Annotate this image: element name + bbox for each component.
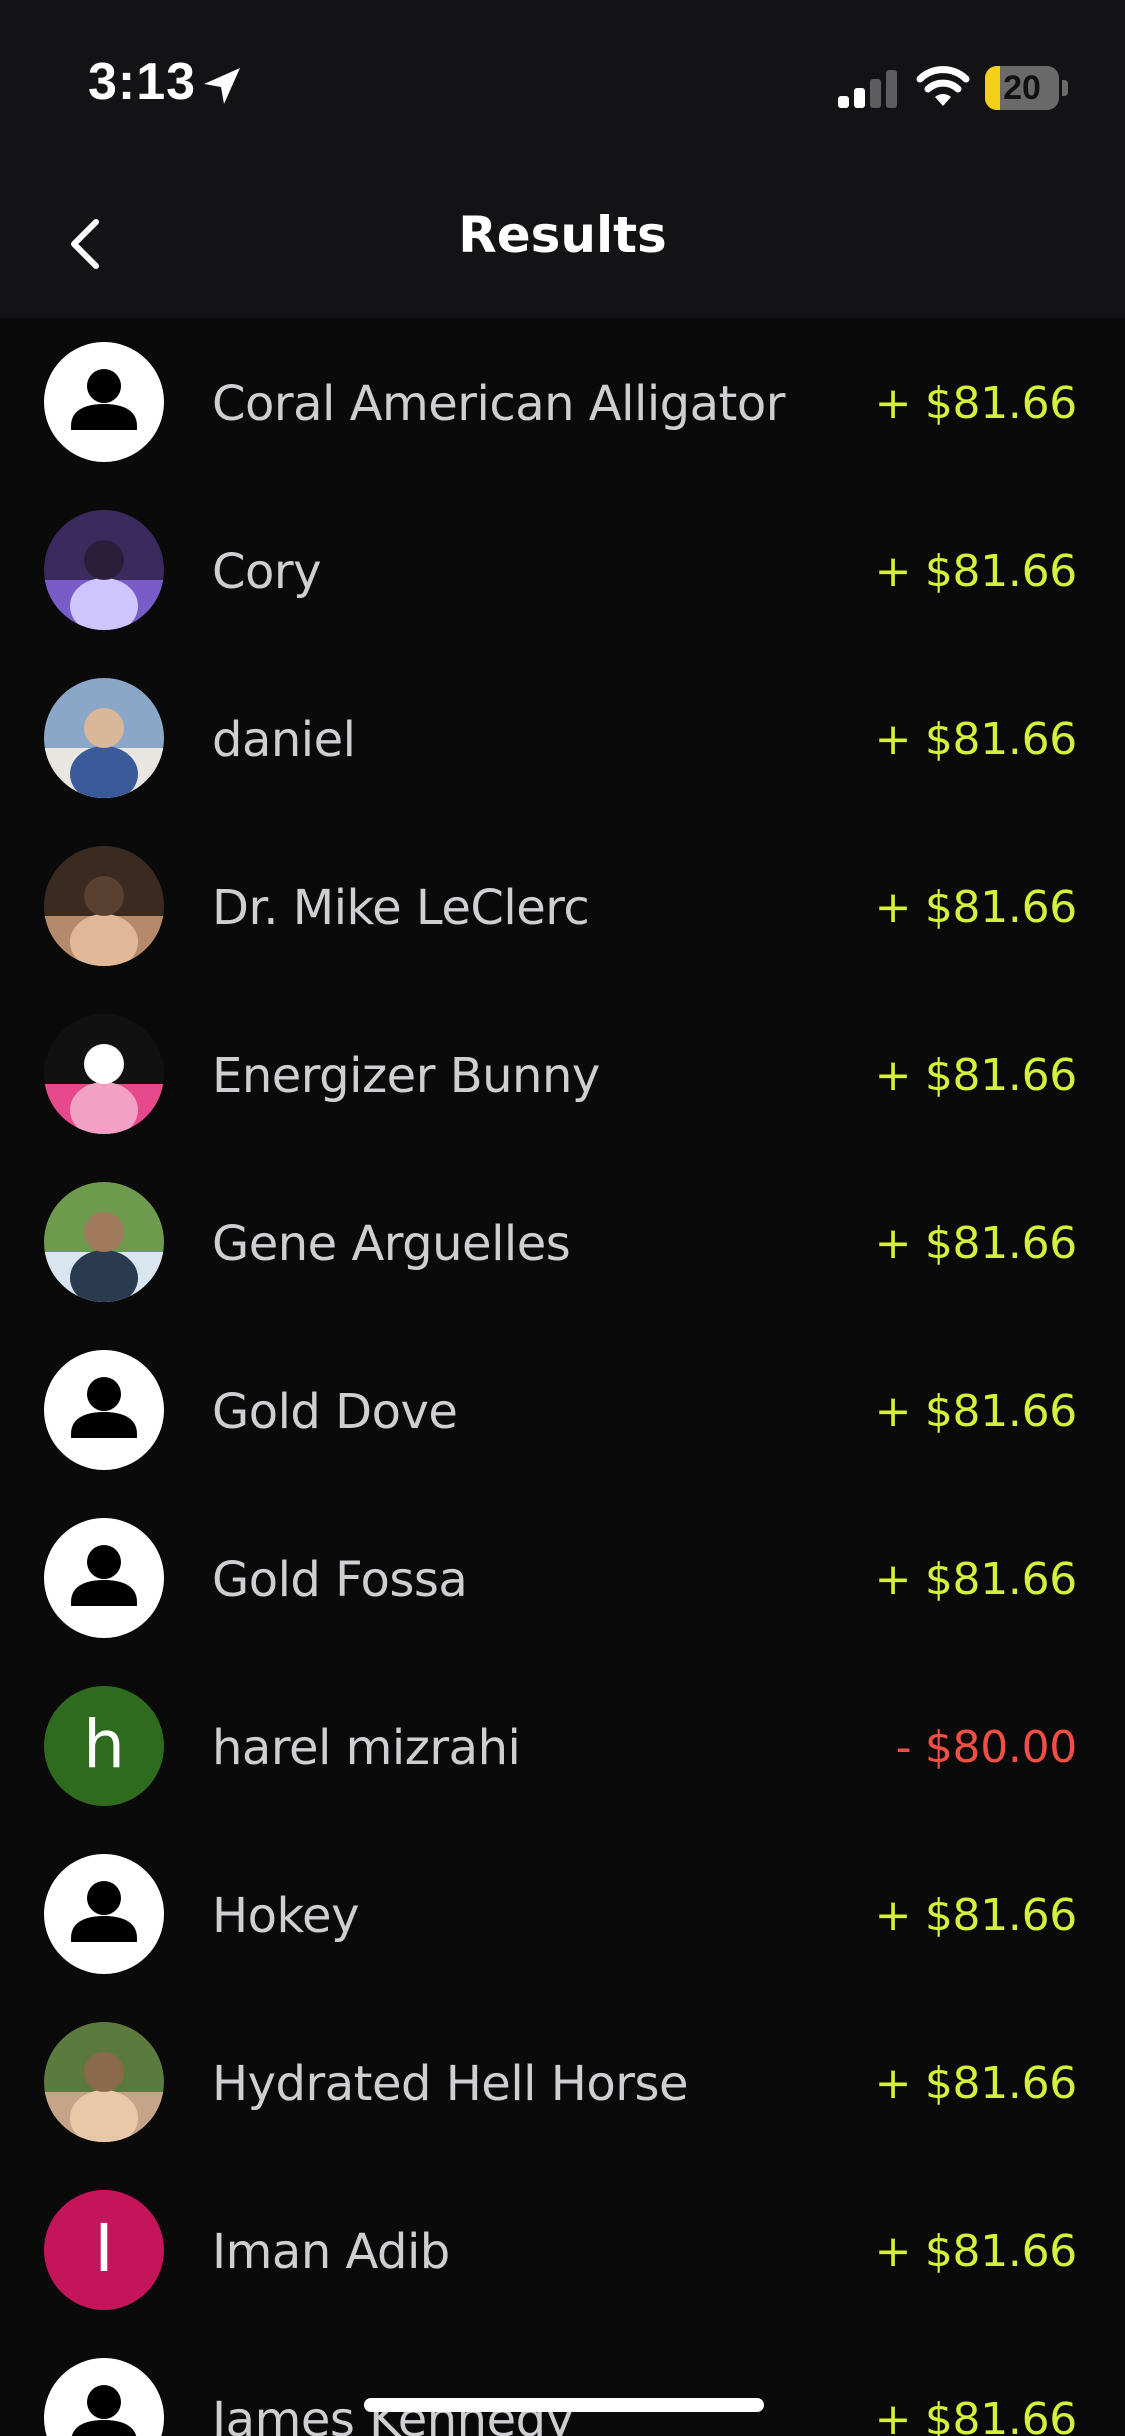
wifi-icon [916, 66, 970, 106]
avatar-photo [44, 678, 164, 798]
avatar-photo [44, 2022, 164, 2142]
avatar-letter: h [44, 1686, 164, 1806]
result-name: harel mizrahi [212, 1720, 521, 1776]
user-photo [44, 678, 164, 798]
status-bar: 3:13 20 [0, 0, 1125, 170]
avatar-initial: h [83, 1706, 125, 1783]
avatar-photo [44, 1014, 164, 1134]
battery-level: 20 [1003, 69, 1041, 107]
result-row[interactable]: Cory + $81.66 [0, 486, 1125, 654]
avatar-photo [44, 846, 164, 966]
result-name: Gold Fossa [212, 1552, 468, 1608]
result-row[interactable]: Gold Fossa + $81.66 [0, 1494, 1125, 1662]
result-amount: + $81.66 [874, 1050, 1078, 1101]
result-amount: + $81.66 [874, 2394, 1078, 2436]
avatar [44, 1854, 164, 1974]
result-name: Hydrated Hell Horse [212, 2056, 688, 2112]
avatar [44, 1350, 164, 1470]
result-row[interactable]: James Kennedy + $81.66 [0, 2334, 1125, 2436]
result-amount: + $81.66 [874, 1218, 1078, 1269]
avatar [44, 342, 164, 462]
status-time: 3:13 [88, 53, 197, 111]
page-title: Results [458, 206, 667, 264]
result-name: Cory [212, 544, 322, 600]
person-icon [71, 1545, 137, 1606]
result-amount: + $81.66 [874, 2226, 1078, 2277]
result-name: Dr. Mike LeClerc [212, 880, 590, 936]
person-icon [71, 2385, 137, 2436]
result-row[interactable]: Hokey + $81.66 [0, 1830, 1125, 1998]
location-arrow-icon [204, 68, 240, 104]
result-row[interactable]: I Iman Adib + $81.66 [0, 2166, 1125, 2334]
avatar-initial: I [94, 2210, 114, 2287]
home-indicator[interactable] [364, 2398, 764, 2412]
result-row[interactable]: daniel + $81.66 [0, 654, 1125, 822]
person-icon [71, 1377, 137, 1438]
result-row[interactable]: Gene Arguelles + $81.66 [0, 1158, 1125, 1326]
user-photo [44, 1182, 164, 1302]
result-amount: + $81.66 [874, 1554, 1078, 1605]
avatar-photo [44, 510, 164, 630]
user-photo [44, 2022, 164, 2142]
user-photo [44, 510, 164, 630]
result-row[interactable]: h harel mizrahi - $80.00 [0, 1662, 1125, 1830]
person-icon [71, 369, 137, 430]
result-name: Gene Arguelles [212, 1216, 571, 1272]
result-name: Iman Adib [212, 2224, 450, 2280]
result-row[interactable]: Hydrated Hell Horse + $81.66 [0, 1998, 1125, 2166]
result-amount: + $81.66 [874, 378, 1078, 429]
result-amount: + $81.66 [874, 1386, 1078, 1437]
result-name: daniel [212, 712, 356, 768]
result-name: Hokey [212, 1888, 359, 1944]
battery-icon: 20 [985, 66, 1069, 110]
result-amount: + $81.66 [874, 1890, 1078, 1941]
result-name: Gold Dove [212, 1384, 458, 1440]
avatar-photo [44, 1182, 164, 1302]
result-name: Coral American Alligator [212, 376, 785, 432]
result-amount: - $80.00 [895, 1722, 1078, 1773]
result-amount: + $81.66 [874, 546, 1078, 597]
user-photo [44, 1014, 164, 1134]
result-row[interactable]: Energizer Bunny + $81.66 [0, 990, 1125, 1158]
cellular-signal-icon [838, 70, 897, 108]
person-icon [71, 1881, 137, 1942]
result-amount: + $81.66 [874, 2058, 1078, 2109]
results-list[interactable]: Coral American Alligator + $81.66 Cory + $8… [0, 318, 1125, 2436]
avatar [44, 1518, 164, 1638]
result-row[interactable]: Gold Dove + $81.66 [0, 1326, 1125, 1494]
avatar [44, 2358, 164, 2436]
avatar-letter: I [44, 2190, 164, 2310]
result-name: Energizer Bunny [212, 1048, 600, 1104]
result-row[interactable]: Coral American Alligator + $81.66 [0, 318, 1125, 486]
nav-bar: Results [0, 170, 1125, 318]
result-row[interactable]: Dr. Mike LeClerc + $81.66 [0, 822, 1125, 990]
user-photo [44, 846, 164, 966]
result-amount: + $81.66 [874, 882, 1078, 933]
result-amount: + $81.66 [874, 714, 1078, 765]
